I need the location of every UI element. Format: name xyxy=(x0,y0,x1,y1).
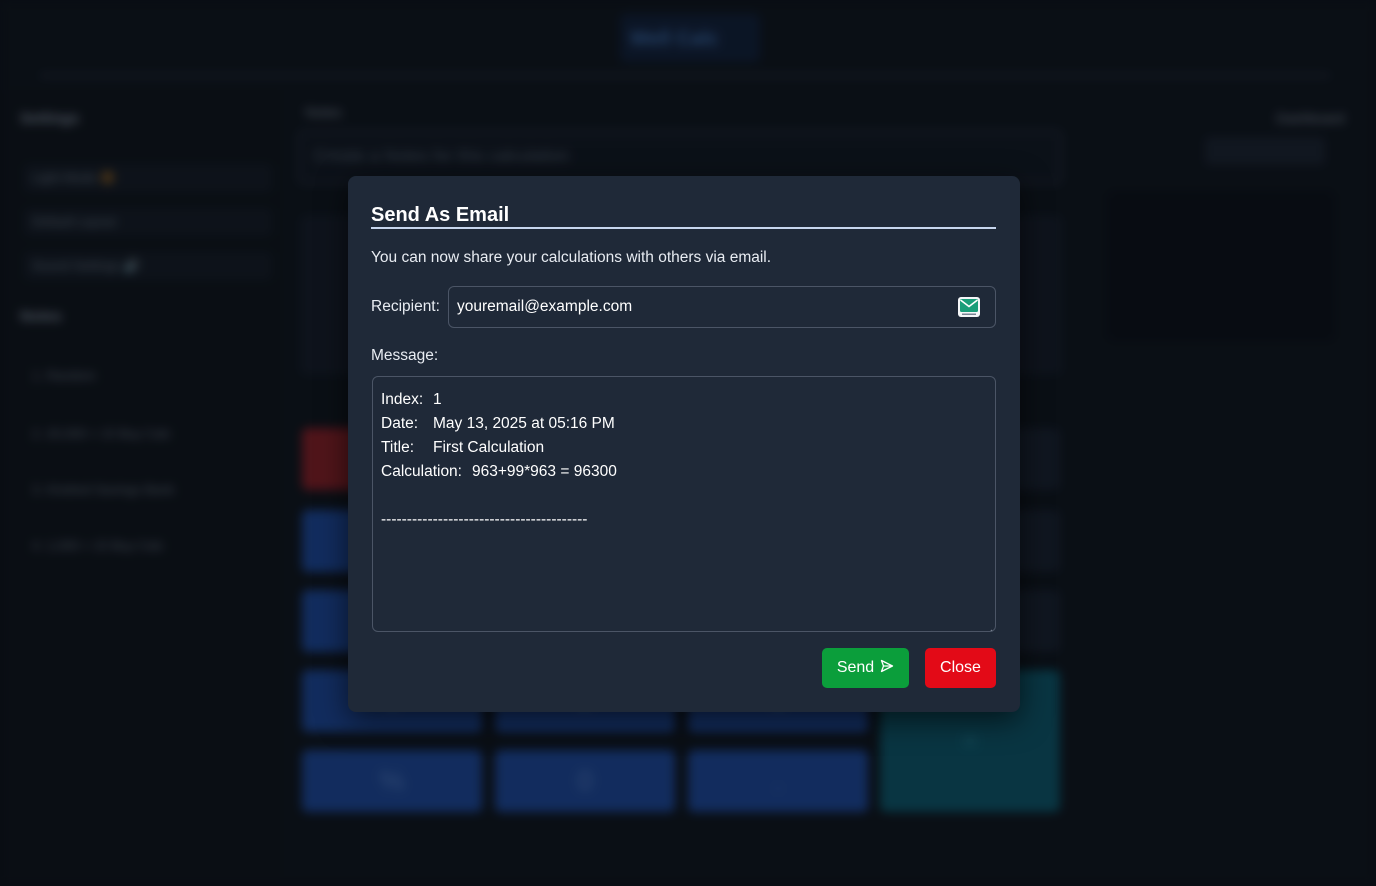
send-button[interactable]: Send xyxy=(822,648,909,688)
title-value: First Calculation xyxy=(433,439,545,456)
calculation-value: 963+99*963 = 96300 xyxy=(472,463,617,480)
send-button-label: Send xyxy=(836,659,875,676)
date-label: Date: xyxy=(381,415,419,432)
title-label: Title: xyxy=(381,439,415,456)
close-button[interactable]: Close xyxy=(925,648,996,688)
message-line-index: Index: 1 xyxy=(381,388,987,412)
title-underline xyxy=(371,227,996,229)
message-line-title: Title: First Calculation xyxy=(381,436,987,460)
date-value: May 13, 2025 at 05:16 PM xyxy=(433,415,615,432)
send-arrow-icon xyxy=(880,659,894,678)
message-label: Message: xyxy=(371,347,439,364)
message-line-date: Date: May 13, 2025 at 05:16 PM xyxy=(381,412,987,436)
message-separator: ---------------------------------------- xyxy=(381,511,588,528)
message-textarea[interactable]: Index: 1 Date: May 13, 2025 at 05:16 PM Ti… xyxy=(372,376,996,632)
email-icon xyxy=(958,297,980,317)
index-label: Index: xyxy=(381,391,424,408)
recipient-field[interactable] xyxy=(448,286,996,328)
recipient-label: Recipient: xyxy=(371,298,440,315)
recipient-input[interactable] xyxy=(449,287,949,327)
message-line-calculation: Calculation: 963+99*963 = 96300 xyxy=(381,460,987,484)
resize-grip-icon[interactable] xyxy=(985,621,993,631)
send-email-dialog: Send As Email You can now share your cal… xyxy=(348,176,1020,712)
close-button-label: Close xyxy=(940,659,981,676)
dialog-title: Send As Email xyxy=(371,204,510,226)
dialog-description: You can now share your calculations with… xyxy=(371,249,772,266)
index-value: 1 xyxy=(433,391,442,408)
calculation-label: Calculation: xyxy=(381,463,462,480)
message-line-blank xyxy=(381,484,987,508)
